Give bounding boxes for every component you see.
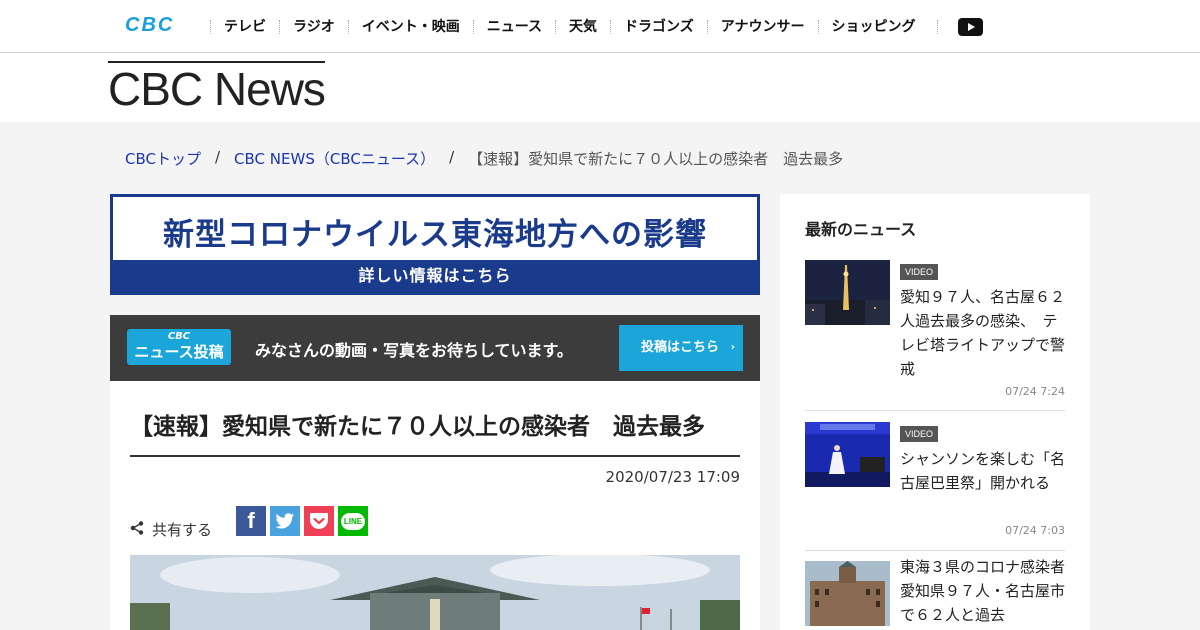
share-buttons: f LINE	[236, 506, 372, 536]
nav-item-shopping[interactable]: ショッピング	[817, 19, 929, 34]
news-submit-text: みなさんの動画・写真をお待ちしています。	[255, 341, 573, 360]
nav-item-weather[interactable]: 天気	[555, 19, 610, 34]
nav-item-tv[interactable]: テレビ	[210, 19, 279, 34]
share-section: 共有する	[130, 519, 212, 540]
news-submit-badge-big: ニュース投稿	[134, 343, 224, 361]
video-badge: VIDEO	[900, 426, 939, 442]
nav-item-news[interactable]: ニュース	[472, 19, 555, 34]
article-photo	[130, 555, 740, 630]
news-submit-button-label: 投稿はこちら	[641, 340, 720, 355]
cbc-logo[interactable]: CBC	[125, 14, 174, 37]
top-bar: CBC テレビ ラジオ イベント・映画 ニュース 天気 ドラゴンズ アナウンサー…	[0, 0, 1200, 53]
article: 【速報】愛知県で新たに７０人以上の感染者 過去最多 2020/07/23 17:…	[110, 381, 760, 630]
nav-item-radio[interactable]: ラジオ	[279, 19, 348, 34]
twitter-icon	[275, 512, 295, 528]
news-thumbnail[interactable]	[805, 260, 890, 325]
twitter-share-button[interactable]	[270, 506, 300, 536]
top-nav: テレビ ラジオ イベント・映画 ニュース 天気 ドラゴンズ アナウンサー ショッ…	[210, 0, 983, 53]
share-icon	[130, 520, 144, 539]
facebook-icon: f	[247, 508, 255, 533]
sidebar: 最新のニュース VIDEO 愛知９７人、名古屋６２人過去最多の感染、 テレビ塔ラ…	[780, 194, 1090, 630]
news-thumbnail[interactable]	[805, 561, 890, 626]
pocket-share-button[interactable]	[304, 506, 334, 536]
article-date: 2020/07/23 17:09	[605, 468, 740, 486]
masthead: CBC News	[0, 53, 1200, 122]
share-label: 共有する	[152, 521, 213, 539]
cbc-news-brand[interactable]: CBC News	[108, 61, 326, 115]
video-badge: VIDEO	[900, 264, 939, 280]
covid-banner[interactable]: 新型コロナウイルス東海地方への影響 詳しい情報はこちら	[110, 194, 760, 295]
nav-item-announcer[interactable]: アナウンサー	[706, 19, 818, 34]
youtube-icon[interactable]	[936, 17, 983, 36]
nav-item-event[interactable]: イベント・映画	[347, 19, 473, 34]
news-title[interactable]: 愛知９７人、名古屋６２人過去最多の感染、 テレビ塔ライトアップで警戒	[900, 285, 1065, 381]
covid-banner-subtitle: 詳しい情報はこちら	[113, 260, 757, 292]
latest-news-heading: 最新のニュース	[805, 220, 917, 239]
line-share-button[interactable]: LINE	[338, 506, 368, 536]
breadcrumb-separator: /	[214, 148, 221, 166]
covid-banner-title: 新型コロナウイルス東海地方への影響	[163, 217, 707, 253]
breadcrumb: CBCトップ / CBC NEWS（CBCニュース） / 【速報】愛知県で新たに…	[125, 148, 843, 169]
breadcrumb-current: 【速報】愛知県で新たに７０人以上の感染者 過去最多	[468, 150, 844, 168]
news-divider	[805, 410, 1065, 411]
pocket-icon	[310, 513, 328, 529]
breadcrumb-separator: /	[449, 148, 455, 166]
news-submit-banner[interactable]: CBC ニュース投稿 みなさんの動画・写真をお待ちしています。 投稿はこちら ›	[110, 315, 760, 381]
article-title: 【速報】愛知県で新たに７０人以上の感染者 過去最多	[130, 407, 740, 457]
breadcrumb-home[interactable]: CBCトップ	[125, 148, 201, 169]
news-time: 07/24 7:24	[1005, 385, 1065, 398]
news-submit-button[interactable]: 投稿はこちら ›	[619, 325, 743, 371]
news-submit-badge: CBC ニュース投稿	[127, 329, 231, 365]
chevron-right-icon: ›	[730, 342, 735, 353]
news-title[interactable]: シャンソンを楽しむ「名古屋巴里祭」開かれる	[900, 447, 1065, 495]
nav-item-dragons[interactable]: ドラゴンズ	[610, 19, 707, 34]
news-divider	[805, 550, 1065, 551]
facebook-share-button[interactable]: f	[236, 506, 266, 536]
news-title[interactable]: 東海３県のコロナ感染者 愛知県９７人・名古屋市で６２人と過去	[900, 555, 1080, 627]
news-thumbnail[interactable]	[805, 422, 890, 487]
line-icon: LINE	[340, 512, 366, 530]
news-time: 07/24 7:03	[1005, 524, 1065, 537]
breadcrumb-section[interactable]: CBC NEWS（CBCニュース）	[234, 148, 435, 169]
news-submit-badge-small: CBC	[167, 331, 191, 342]
